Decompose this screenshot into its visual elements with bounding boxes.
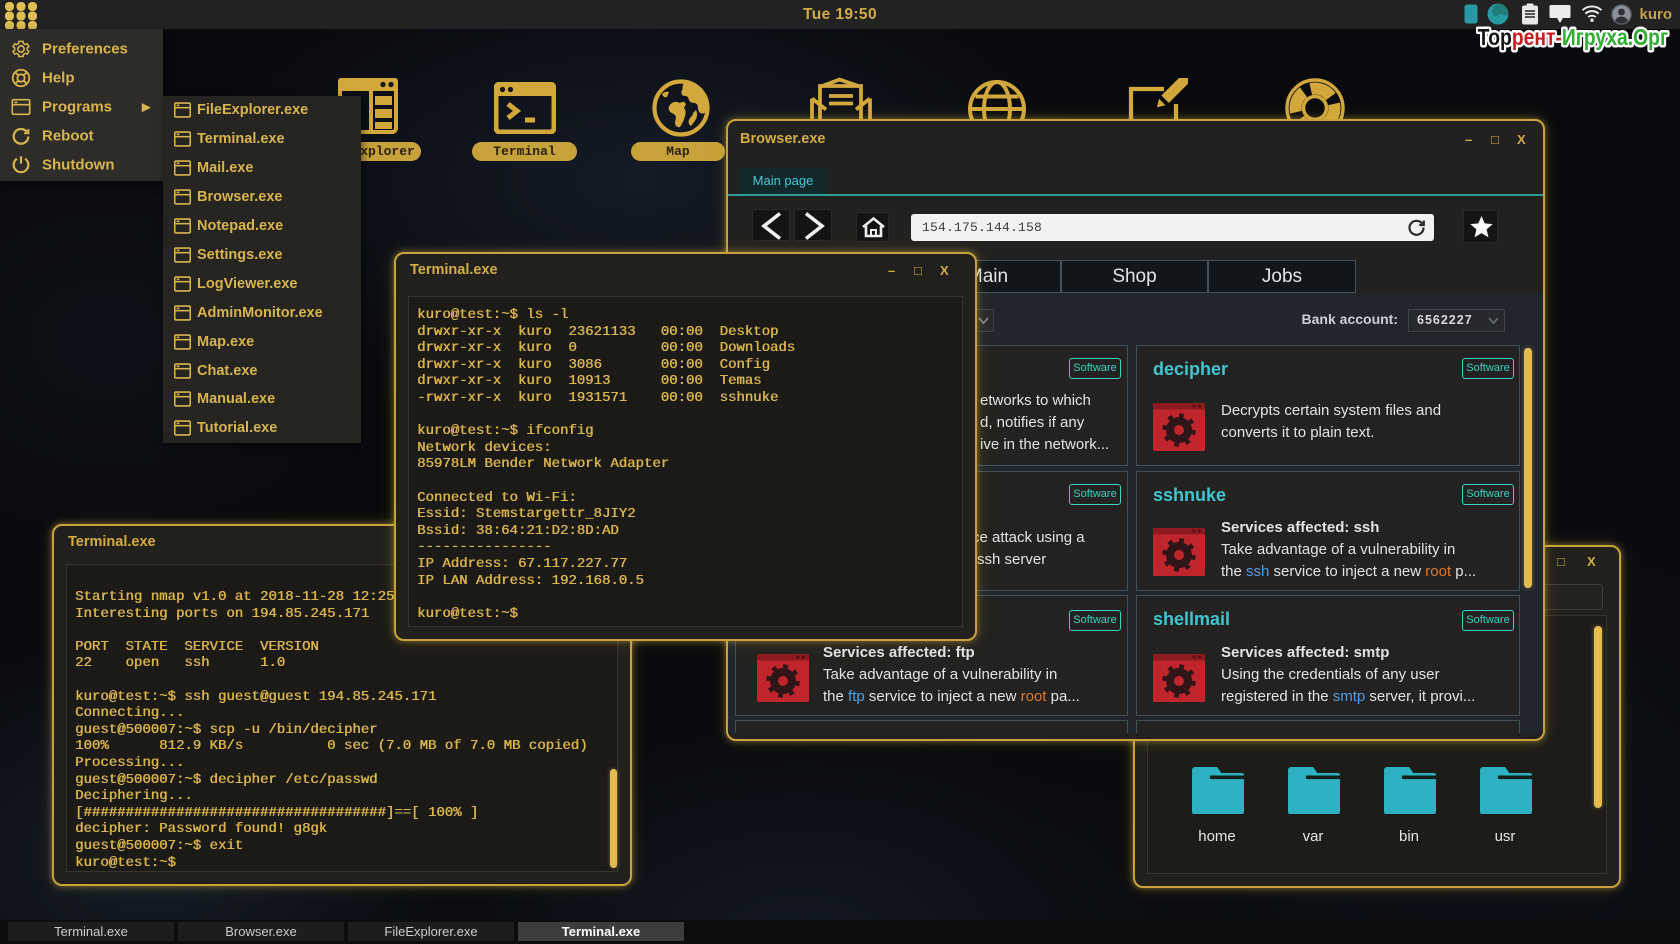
svg-text:Торрент-Игруха.Орг: Торрент-Игруха.Орг (1478, 26, 1668, 51)
